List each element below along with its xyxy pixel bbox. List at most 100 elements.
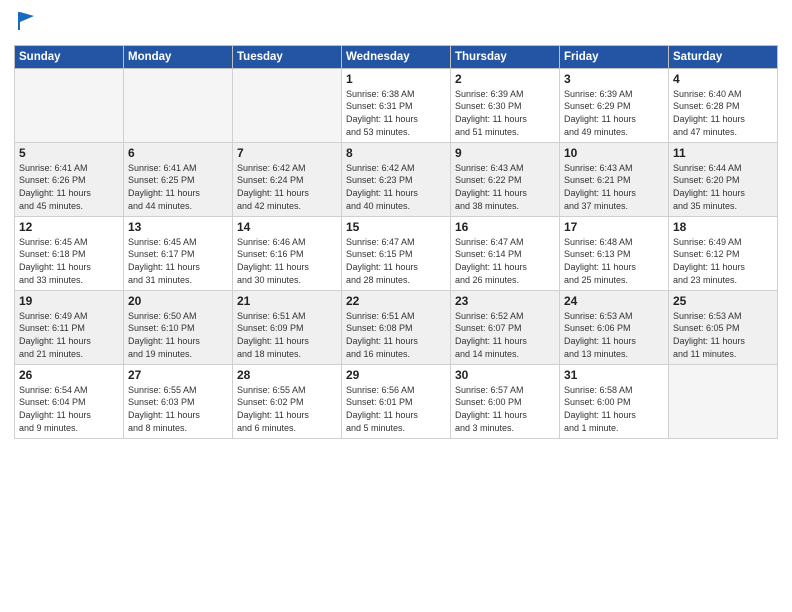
- day-info: Sunrise: 6:51 AM Sunset: 6:09 PM Dayligh…: [237, 310, 337, 360]
- calendar-day-20: 20 Sunrise: 6:50 AM Sunset: 6:10 PM Dayli…: [124, 290, 233, 364]
- day-info: Sunrise: 6:50 AM Sunset: 6:10 PM Dayligh…: [128, 310, 228, 360]
- calendar-day-27: 27Sunrise: 6:55 AM Sunset: 6:03 PM Dayli…: [124, 364, 233, 438]
- day-number: 22: [346, 294, 446, 308]
- weekday-header-sunday: Sunday: [15, 45, 124, 68]
- day-info: Sunrise: 6:49 AM Sunset: 6:11 PM Dayligh…: [19, 310, 119, 360]
- day-info: Sunrise: 6:56 AM Sunset: 6:01 PM Dayligh…: [346, 384, 446, 434]
- day-number: 11: [673, 146, 773, 160]
- day-number: 21: [237, 294, 337, 308]
- day-info: Sunrise: 6:53 AM Sunset: 6:06 PM Dayligh…: [564, 310, 664, 360]
- day-number: 2: [455, 72, 555, 86]
- day-info: Sunrise: 6:51 AM Sunset: 6:08 PM Dayligh…: [346, 310, 446, 360]
- calendar-day-8: 8 Sunrise: 6:42 AM Sunset: 6:23 PM Daylig…: [342, 142, 451, 216]
- weekday-header-monday: Monday: [124, 45, 233, 68]
- calendar-day-9: 9 Sunrise: 6:43 AM Sunset: 6:22 PM Daylig…: [451, 142, 560, 216]
- calendar-day-29: 29 Sunrise: 6:56 AM Sunset: 6:01 PM Dayli…: [342, 364, 451, 438]
- calendar-day-1: 1 Sunrise: 6:38 AM Sunset: 6:31 PM Daylig…: [342, 68, 451, 142]
- weekday-header-wednesday: Wednesday: [342, 45, 451, 68]
- weekday-header-row: SundayMondayTuesdayWednesdayThursdayFrid…: [15, 45, 778, 68]
- calendar-day-10: 10 Sunrise: 6:43 AM Sunset: 6:21 PM Dayli…: [560, 142, 669, 216]
- calendar-day-15: 15 Sunrise: 6:47 AM Sunset: 6:15 PM Dayli…: [342, 216, 451, 290]
- day-info: Sunrise: 6:45 AM Sunset: 6:18 PM Dayligh…: [19, 236, 119, 286]
- day-info: Sunrise: 6:54 AM Sunset: 6:04 PM Dayligh…: [19, 384, 119, 434]
- day-info: Sunrise: 6:40 AM Sunset: 6:28 PM Dayligh…: [673, 88, 773, 138]
- day-number: 16: [455, 220, 555, 234]
- day-number: 8: [346, 146, 446, 160]
- calendar-day-17: 17Sunrise: 6:48 AM Sunset: 6:13 PM Dayli…: [560, 216, 669, 290]
- calendar-day-25: 25 Sunrise: 6:53 AM Sunset: 6:05 PM Dayli…: [669, 290, 778, 364]
- day-info: Sunrise: 6:55 AM Sunset: 6:03 PM Dayligh…: [128, 384, 228, 434]
- day-info: Sunrise: 6:47 AM Sunset: 6:14 PM Dayligh…: [455, 236, 555, 286]
- day-number: 7: [237, 146, 337, 160]
- calendar-week-row: 26 Sunrise: 6:54 AM Sunset: 6:04 PM Dayli…: [15, 364, 778, 438]
- day-info: Sunrise: 6:43 AM Sunset: 6:21 PM Dayligh…: [564, 162, 664, 212]
- weekday-header-thursday: Thursday: [451, 45, 560, 68]
- calendar-week-row: 19Sunrise: 6:49 AM Sunset: 6:11 PM Dayli…: [15, 290, 778, 364]
- day-number: 20: [128, 294, 228, 308]
- day-number: 24: [564, 294, 664, 308]
- calendar-week-row: 12 Sunrise: 6:45 AM Sunset: 6:18 PM Dayli…: [15, 216, 778, 290]
- page-container: SundayMondayTuesdayWednesdayThursdayFrid…: [0, 0, 792, 612]
- day-info: Sunrise: 6:55 AM Sunset: 6:02 PM Dayligh…: [237, 384, 337, 434]
- calendar-day-13: 13 Sunrise: 6:45 AM Sunset: 6:17 PM Dayli…: [124, 216, 233, 290]
- day-number: 1: [346, 72, 446, 86]
- day-number: 23: [455, 294, 555, 308]
- day-number: 29: [346, 368, 446, 382]
- day-info: Sunrise: 6:38 AM Sunset: 6:31 PM Dayligh…: [346, 88, 446, 138]
- day-info: Sunrise: 6:42 AM Sunset: 6:24 PM Dayligh…: [237, 162, 337, 212]
- day-number: 31: [564, 368, 664, 382]
- day-info: Sunrise: 6:41 AM Sunset: 6:25 PM Dayligh…: [128, 162, 228, 212]
- calendar-day-6: 6 Sunrise: 6:41 AM Sunset: 6:25 PM Daylig…: [124, 142, 233, 216]
- calendar-day-28: 28 Sunrise: 6:55 AM Sunset: 6:02 PM Dayli…: [233, 364, 342, 438]
- day-number: 13: [128, 220, 228, 234]
- calendar-day-19: 19Sunrise: 6:49 AM Sunset: 6:11 PM Dayli…: [15, 290, 124, 364]
- day-number: 6: [128, 146, 228, 160]
- calendar-day-23: 23 Sunrise: 6:52 AM Sunset: 6:07 PM Dayli…: [451, 290, 560, 364]
- calendar-week-row: 5Sunrise: 6:41 AM Sunset: 6:26 PM Daylig…: [15, 142, 778, 216]
- calendar-table: SundayMondayTuesdayWednesdayThursdayFrid…: [14, 45, 778, 439]
- day-info: Sunrise: 6:43 AM Sunset: 6:22 PM Dayligh…: [455, 162, 555, 212]
- day-info: Sunrise: 6:42 AM Sunset: 6:23 PM Dayligh…: [346, 162, 446, 212]
- calendar-day-4: 4Sunrise: 6:40 AM Sunset: 6:28 PM Daylig…: [669, 68, 778, 142]
- day-info: Sunrise: 6:53 AM Sunset: 6:05 PM Dayligh…: [673, 310, 773, 360]
- calendar-day-7: 7 Sunrise: 6:42 AM Sunset: 6:24 PM Daylig…: [233, 142, 342, 216]
- day-info: Sunrise: 6:57 AM Sunset: 6:00 PM Dayligh…: [455, 384, 555, 434]
- day-number: 30: [455, 368, 555, 382]
- day-number: 5: [19, 146, 119, 160]
- day-number: 28: [237, 368, 337, 382]
- calendar-empty-cell: [233, 68, 342, 142]
- calendar-empty-cell: [124, 68, 233, 142]
- day-info: Sunrise: 6:58 AM Sunset: 6:00 PM Dayligh…: [564, 384, 664, 434]
- day-number: 10: [564, 146, 664, 160]
- calendar-day-11: 11Sunrise: 6:44 AM Sunset: 6:20 PM Dayli…: [669, 142, 778, 216]
- day-info: Sunrise: 6:52 AM Sunset: 6:07 PM Dayligh…: [455, 310, 555, 360]
- calendar-day-22: 22 Sunrise: 6:51 AM Sunset: 6:08 PM Dayli…: [342, 290, 451, 364]
- calendar-day-3: 3 Sunrise: 6:39 AM Sunset: 6:29 PM Daylig…: [560, 68, 669, 142]
- day-info: Sunrise: 6:47 AM Sunset: 6:15 PM Dayligh…: [346, 236, 446, 286]
- weekday-header-saturday: Saturday: [669, 45, 778, 68]
- calendar-day-30: 30 Sunrise: 6:57 AM Sunset: 6:00 PM Dayli…: [451, 364, 560, 438]
- day-number: 12: [19, 220, 119, 234]
- day-number: 26: [19, 368, 119, 382]
- day-info: Sunrise: 6:39 AM Sunset: 6:29 PM Dayligh…: [564, 88, 664, 138]
- day-info: Sunrise: 6:45 AM Sunset: 6:17 PM Dayligh…: [128, 236, 228, 286]
- day-number: 3: [564, 72, 664, 86]
- day-info: Sunrise: 6:39 AM Sunset: 6:30 PM Dayligh…: [455, 88, 555, 138]
- calendar-day-2: 2 Sunrise: 6:39 AM Sunset: 6:30 PM Daylig…: [451, 68, 560, 142]
- day-number: 17: [564, 220, 664, 234]
- calendar-day-12: 12 Sunrise: 6:45 AM Sunset: 6:18 PM Dayli…: [15, 216, 124, 290]
- weekday-header-tuesday: Tuesday: [233, 45, 342, 68]
- day-info: Sunrise: 6:49 AM Sunset: 6:12 PM Dayligh…: [673, 236, 773, 286]
- calendar-day-26: 26 Sunrise: 6:54 AM Sunset: 6:04 PM Dayli…: [15, 364, 124, 438]
- day-info: Sunrise: 6:46 AM Sunset: 6:16 PM Dayligh…: [237, 236, 337, 286]
- logo: [14, 14, 38, 37]
- day-number: 9: [455, 146, 555, 160]
- logo-flag-icon: [16, 10, 38, 32]
- day-number: 25: [673, 294, 773, 308]
- calendar-day-16: 16 Sunrise: 6:47 AM Sunset: 6:14 PM Dayli…: [451, 216, 560, 290]
- header: [14, 10, 778, 37]
- calendar-day-24: 24 Sunrise: 6:53 AM Sunset: 6:06 PM Dayli…: [560, 290, 669, 364]
- calendar-day-18: 18Sunrise: 6:49 AM Sunset: 6:12 PM Dayli…: [669, 216, 778, 290]
- calendar-day-31: 31 Sunrise: 6:58 AM Sunset: 6:00 PM Dayli…: [560, 364, 669, 438]
- day-number: 15: [346, 220, 446, 234]
